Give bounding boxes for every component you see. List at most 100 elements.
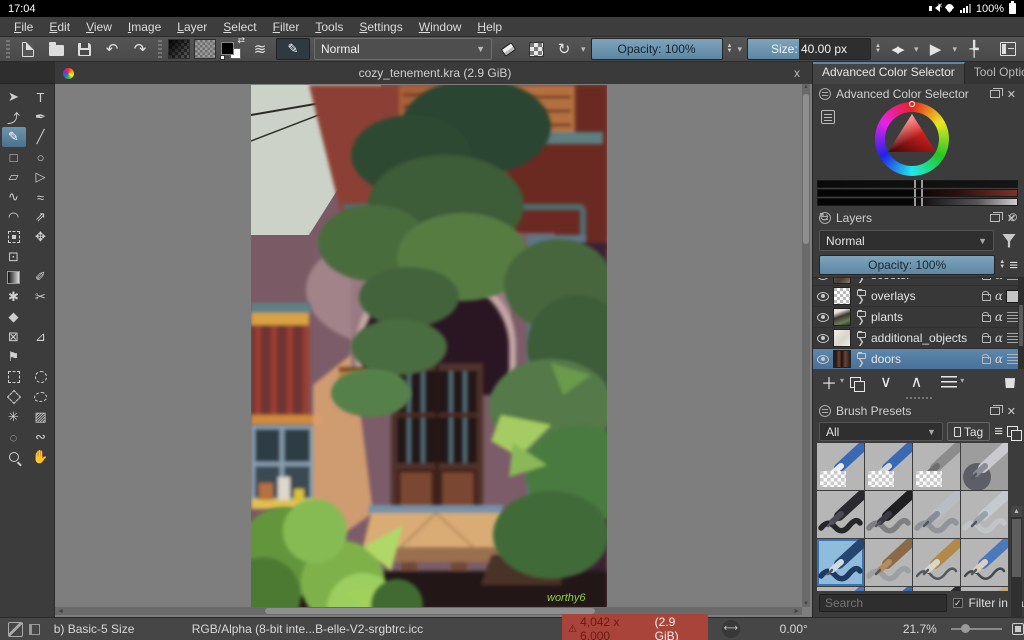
zoom-slider[interactable] <box>950 624 1003 633</box>
menu-item-edit[interactable]: Edit <box>41 18 78 36</box>
scroll-left-arrow[interactable]: ◄ <box>55 608 66 615</box>
float-docker-button[interactable] <box>989 405 1003 415</box>
opacity-slider[interactable]: Opacity: 100% <box>590 38 723 60</box>
brush-preset-ink-technical[interactable] <box>913 491 960 538</box>
tag-button[interactable]: Tag <box>946 422 991 441</box>
layer-lock-icon[interactable] <box>981 333 991 343</box>
docker-tab-tool-options[interactable]: Tool Options <box>964 62 1024 84</box>
menu-item-view[interactable]: View <box>78 18 120 36</box>
layer-alpha-icon[interactable]: α <box>995 352 1003 366</box>
selection-status-icon[interactable] <box>28 623 40 635</box>
layer-row-plants[interactable]: ❯ plants α <box>813 307 1024 328</box>
move-tool-icon[interactable]: ✥ <box>29 227 53 247</box>
preserve-alpha-button[interactable] <box>524 38 548 60</box>
layer-lock-icon[interactable] <box>981 354 991 364</box>
brush-settings-button[interactable]: ≋ <box>248 38 272 60</box>
close-docker-button[interactable]: ✕ <box>1005 88 1018 101</box>
close-docker-button[interactable]: ✕ <box>1005 405 1018 418</box>
menu-item-image[interactable]: Image <box>120 18 169 36</box>
layer-name[interactable]: overlays <box>871 289 978 303</box>
bezier-curve-tool-icon[interactable]: ∿ <box>2 187 26 207</box>
brush-presets-docker-header[interactable]: Brush Presets ✕ <box>813 401 1024 421</box>
zoom-slider-knob[interactable] <box>960 624 970 633</box>
image-size-warning-badge[interactable]: ⚠ 4,042 x 6,000 (2.9 GiB) <box>562 614 708 640</box>
save-button[interactable] <box>72 38 96 60</box>
filter-in-tag-checkbox[interactable]: ✓ <box>953 598 963 608</box>
hscroll-thumb[interactable] <box>265 608 595 614</box>
undo-button[interactable]: ↶ <box>100 38 124 60</box>
scroll-up-arrow[interactable]: ▲ <box>802 84 810 90</box>
layer-alpha-icon[interactable]: α <box>995 331 1003 345</box>
freehand-brush-tool-icon[interactable]: ✎ <box>1 127 26 147</box>
preset-display-mode-icon[interactable] <box>1007 426 1022 441</box>
color-selector-docker-header[interactable]: Advanced Color Selector ✕ <box>813 84 1024 104</box>
polygon-tool-icon[interactable]: ▱ <box>2 167 26 187</box>
shade-bar[interactable] <box>817 189 1018 197</box>
layer-properties-button[interactable] <box>941 376 958 388</box>
shade-bar[interactable] <box>817 198 1018 206</box>
hue-marker[interactable] <box>909 101 915 107</box>
redo-button[interactable]: ↷ <box>128 38 152 60</box>
shade-bar[interactable] <box>817 180 1018 188</box>
docker-tab-advanced-color-selector[interactable]: Advanced Color Selector <box>813 62 965 84</box>
blending-mode-dropdown[interactable]: Normal ▼ <box>314 38 492 60</box>
layer-alpha-icon[interactable]: α <box>995 278 1003 282</box>
layer-alpha-icon[interactable]: α <box>995 289 1003 303</box>
add-layer-button[interactable]: ＋ <box>821 370 837 394</box>
scroll-right-arrow[interactable]: ► <box>791 608 802 615</box>
layer-lock-icon[interactable] <box>981 291 991 301</box>
menu-item-help[interactable]: Help <box>469 18 510 36</box>
layer-filter-icon[interactable] <box>1002 233 1016 248</box>
layer-visibility-icon[interactable] <box>817 312 829 322</box>
fill-tool-icon[interactable]: ◆ <box>2 307 26 327</box>
calligraphy-tool-icon[interactable]: ✒ <box>29 107 53 127</box>
reload-preset-button[interactable]: ↻ <box>552 38 576 60</box>
freehand-selection-tool-icon[interactable] <box>29 387 53 407</box>
brush-preset-wet-brush-selected[interactable] <box>817 539 864 586</box>
fg-bg-color-selector[interactable]: ⇄ <box>220 35 245 60</box>
menu-item-tools[interactable]: Tools <box>307 18 351 36</box>
layer-lock-icon[interactable] <box>981 312 991 322</box>
menu-item-filter[interactable]: Filter <box>265 18 308 36</box>
gradient-tool-icon[interactable] <box>2 267 26 287</box>
layer-visibility-icon[interactable] <box>817 278 829 280</box>
pattern-swatch[interactable] <box>194 39 216 59</box>
rectangle-tool-icon[interactable]: □ <box>2 147 26 167</box>
mirror-h-dropdown[interactable]: ▾ <box>913 44 920 55</box>
float-docker-button[interactable] <box>989 88 1003 98</box>
vscroll-thumb[interactable] <box>803 94 809 244</box>
new-document-button[interactable] <box>16 38 40 60</box>
brush-preset-airbrush-eraser[interactable] <box>913 443 960 490</box>
layer-thumbnail[interactable] <box>833 308 851 326</box>
pattern-edit-tool-icon[interactable]: ✱ <box>2 287 26 307</box>
brush-preset-preset-15[interactable] <box>913 587 960 591</box>
layer-visibility-icon[interactable] <box>817 291 829 301</box>
preset-scroll-up[interactable]: ▲ <box>1011 506 1022 517</box>
gradient-swatch[interactable] <box>168 39 190 59</box>
layer-row-doors[interactable]: ❯ doors α <box>813 349 1024 369</box>
layer-visibility-icon[interactable] <box>817 333 829 343</box>
foreground-color[interactable] <box>221 42 234 55</box>
open-document-button[interactable] <box>44 38 68 60</box>
opacity-spinner[interactable]: ▲ ▼ <box>727 43 733 54</box>
duplicate-layer-button[interactable] <box>850 376 866 392</box>
brush-preset-eraser-small[interactable] <box>865 443 912 490</box>
zoom-tool-icon[interactable] <box>2 447 26 467</box>
crop-tool-icon[interactable]: ⊡ <box>2 247 26 267</box>
layer-lock-icon[interactable] <box>981 278 991 280</box>
contiguous-selection-tool-icon[interactable]: ✳ <box>2 407 26 427</box>
smart-patch-tool-icon[interactable]: ✂ <box>29 287 53 307</box>
text-tool-icon[interactable]: T <box>29 87 53 107</box>
color-selector-settings-icon[interactable] <box>821 110 835 124</box>
color-sampler-tool-icon[interactable]: ✐ <box>29 267 53 287</box>
layer-row-additional_objects[interactable]: ❯ additional_objects α <box>813 328 1024 349</box>
brush-preset-marker-black-soft[interactable] <box>865 491 912 538</box>
enclose-fill-tool-icon[interactable]: ⊠ <box>2 327 26 347</box>
line-tool-icon[interactable]: ╱ <box>29 127 53 147</box>
group-expand-icon[interactable]: ❯ <box>855 288 867 303</box>
multibrush-tool-icon[interactable]: ⇗ <box>29 207 53 227</box>
layer-name[interactable]: doors <box>871 352 978 366</box>
layer-opacity-slider[interactable]: Opacity: 100% <box>819 255 996 275</box>
brush-preset-eraser-soft[interactable] <box>817 443 864 490</box>
brush-preset-blender-round[interactable] <box>865 539 912 586</box>
